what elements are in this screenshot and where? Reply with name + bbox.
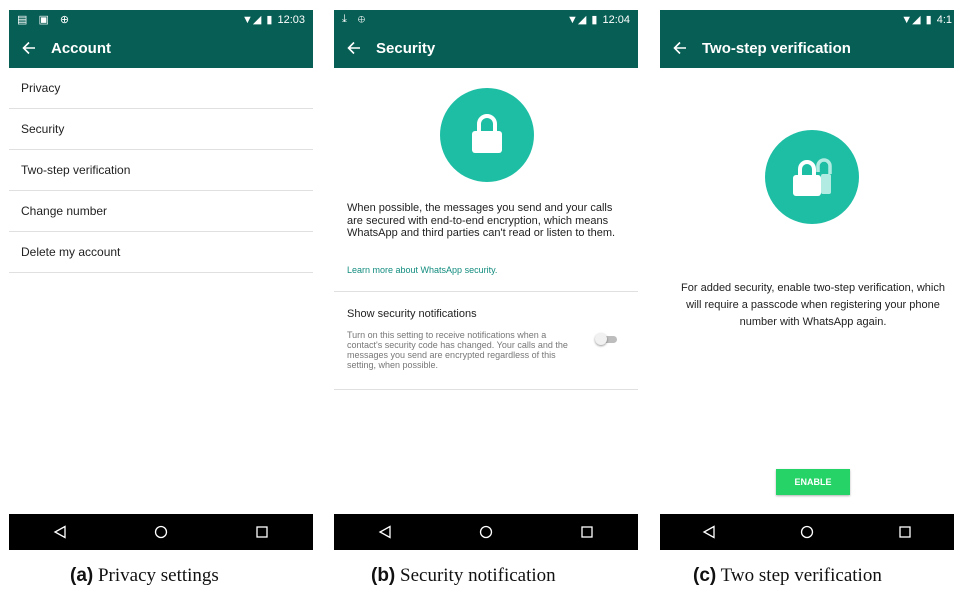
nav-recents-icon[interactable]: [255, 525, 269, 539]
account-settings-list: Privacy Security Two-step verification C…: [9, 68, 313, 273]
navigation-bar: [9, 514, 313, 550]
nav-back-icon[interactable]: [53, 525, 67, 539]
nav-back-icon[interactable]: [702, 525, 716, 539]
list-item-delete-account[interactable]: Delete my account: [9, 232, 313, 273]
caption-label: (a): [70, 565, 94, 586]
caption-c: (c) Two step verification: [693, 565, 882, 587]
nav-recents-icon[interactable]: [898, 525, 912, 539]
navigation-bar: [334, 514, 638, 550]
status-time: 4:1: [936, 13, 952, 26]
status-bar: ▤ ▣ ⊕ ▼◢ ▮ 12:03: [9, 10, 313, 28]
notification-icons: ⤓ ⊕: [342, 13, 370, 25]
page-title: Security: [376, 39, 436, 57]
battery-icon: ▮: [591, 14, 598, 26]
double-lock-icon: [765, 130, 859, 224]
status-time: 12:04: [602, 13, 630, 26]
security-screen: ⤓ ⊕ ▼◢ ▮ 12:04 Security When possible, t…: [334, 10, 638, 550]
security-notifications-title: Show security notifications: [347, 308, 477, 320]
caption-label: (b): [371, 565, 396, 586]
caption-b: (b) Security notification: [371, 565, 556, 587]
nav-back-icon[interactable]: [378, 525, 392, 539]
divider: [334, 291, 638, 292]
back-arrow-icon[interactable]: [346, 40, 362, 56]
learn-more-link[interactable]: Learn more about WhatsApp security.: [347, 265, 497, 275]
app-bar: Account: [9, 28, 313, 68]
signal-icon: ▼◢: [567, 14, 587, 26]
back-arrow-icon[interactable]: [672, 40, 688, 56]
signal-icon: ▼◢: [242, 14, 262, 26]
caption-text: Two step verification: [720, 565, 882, 586]
page-title: Account: [51, 39, 111, 57]
app-bar: Security: [334, 28, 638, 68]
status-bar: ⤓ ⊕ ▼◢ ▮ 12:04: [334, 10, 638, 28]
list-item-change-number[interactable]: Change number: [9, 191, 313, 232]
caption-text: Security notification: [400, 565, 556, 586]
battery-icon: ▮: [266, 14, 273, 26]
nav-home-icon[interactable]: [154, 525, 168, 539]
nav-recents-icon[interactable]: [580, 525, 594, 539]
nav-home-icon[interactable]: [800, 525, 814, 539]
list-item-two-step-verification[interactable]: Two-step verification: [9, 150, 313, 191]
signal-icon: ▼◢: [901, 14, 921, 26]
status-bar: ▼◢ ▮ 4:1: [660, 10, 954, 28]
security-notifications-description: Turn on this setting to receive notifica…: [347, 330, 568, 370]
page-title: Two-step verification: [702, 39, 851, 57]
security-notifications-toggle[interactable]: [595, 333, 617, 345]
two-step-verification-screen: ▼◢ ▮ 4:1 Two-step verification For added…: [660, 10, 954, 550]
encryption-description: When possible, the messages you send and…: [347, 202, 616, 239]
caption-a: (a) Privacy settings: [70, 565, 219, 587]
account-screen: ▤ ▣ ⊕ ▼◢ ▮ 12:03 Account Privacy Securit…: [9, 10, 313, 550]
navigation-bar: [660, 514, 954, 550]
battery-icon: ▮: [925, 14, 932, 26]
app-bar: Two-step verification: [660, 28, 954, 68]
nav-home-icon[interactable]: [479, 525, 493, 539]
divider: [334, 389, 638, 390]
caption-text: Privacy settings: [97, 565, 219, 586]
caption-label: (c): [693, 565, 717, 586]
two-step-description: For added security, enable two-step veri…: [681, 282, 945, 328]
list-item-privacy[interactable]: Privacy: [9, 68, 313, 109]
list-item-security[interactable]: Security: [9, 109, 313, 150]
back-arrow-icon[interactable]: [21, 40, 37, 56]
notification-icons: ▤ ▣ ⊕: [17, 14, 74, 26]
enable-button[interactable]: ENABLE: [776, 469, 850, 495]
status-time: 12:03: [277, 13, 305, 26]
lock-icon: [440, 88, 534, 182]
